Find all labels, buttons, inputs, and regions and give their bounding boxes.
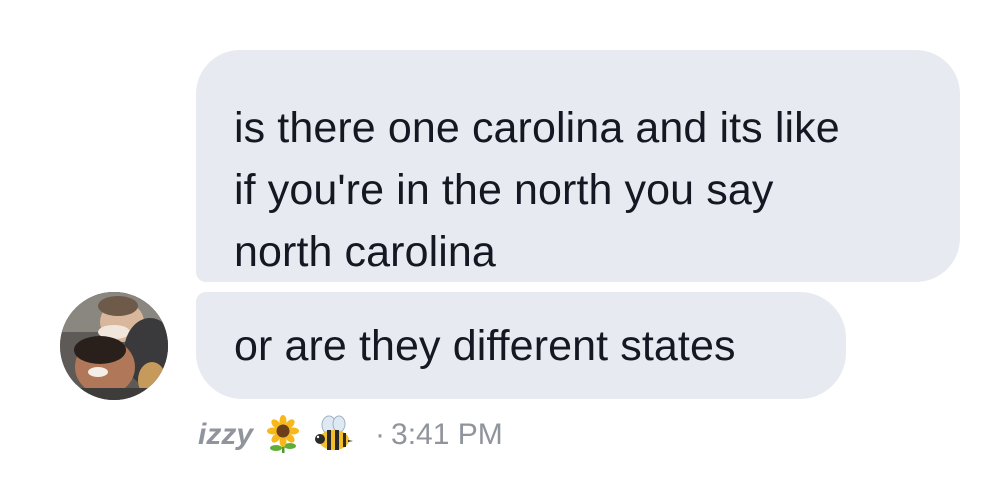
- message-text-line: is there one carolina and its like: [234, 104, 840, 152]
- avatar[interactable]: [60, 292, 168, 400]
- message-text-line: if you're in the north you say: [234, 166, 774, 214]
- sunflower-icon: [263, 415, 303, 455]
- message-text-line: north carolina: [234, 228, 496, 276]
- bee-icon: [313, 415, 354, 455]
- sender-name[interactable]: izzy: [198, 418, 253, 452]
- message-meta: izzy · 3:41 PM: [198, 410, 503, 460]
- message-timestamp: 3:41 PM: [391, 418, 503, 451]
- meta-separator: ·: [375, 418, 386, 451]
- message-bubble[interactable]: or are they different states: [196, 292, 846, 399]
- message-bubble[interactable]: is there one carolina and its like if yo…: [196, 50, 960, 282]
- avatar-photo: [60, 292, 168, 400]
- message-text: or are they different states: [234, 322, 736, 370]
